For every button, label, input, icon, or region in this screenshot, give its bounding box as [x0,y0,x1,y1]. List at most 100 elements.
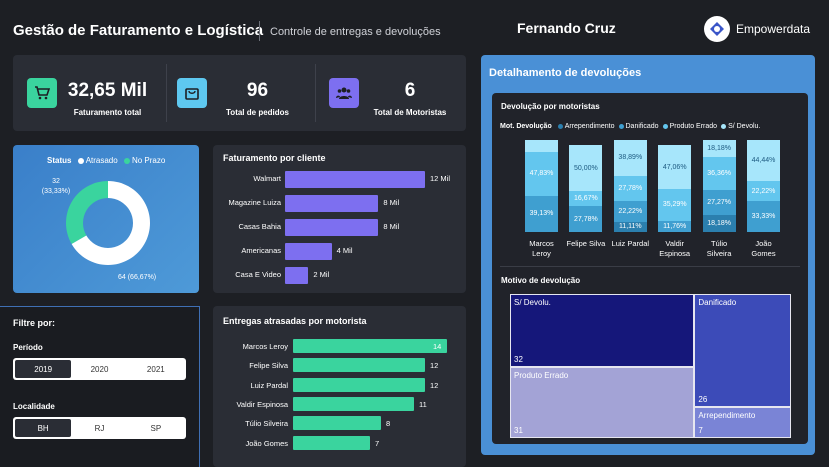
kpi-faturamento-value: 32,65 Mil [67,80,148,101]
bar-category-label: Valdir Espinosa [236,399,288,409]
stack-segment: 27,78% [569,206,603,232]
faturamento-title: Faturamento por cliente [223,153,326,163]
bar-category-label: Felipe Silva [249,361,288,371]
treemap-cell-label: Produto Errado [514,371,569,381]
bar-value-label: 4 Mil [336,246,353,255]
stack-segment: 36,36% [702,156,736,191]
localidade-option-sp[interactable]: SP [128,419,184,437]
stack-segment: 22,22% [747,180,780,202]
kpi-pedidos-label: Total de pedidos [226,108,289,117]
periodo-label: Período [13,343,43,352]
page-title: Gestão de Faturamento e Logística [13,22,264,39]
kpi-divider [166,64,167,122]
stack-x-label: Espinosa [659,249,691,258]
legend-no-prazo: No Prazo [131,156,166,165]
stack-segment: 27,27% [702,190,736,216]
filter-title: Filtre por: [13,318,55,328]
stack-x-label: Leroy [532,249,551,258]
stack-x-label: Marcos [529,239,554,248]
entregas-title: Entregas atrasadas por motorista [223,316,367,326]
stack-chart-title: Devolução por motoristas [501,102,600,111]
kpi-divider [315,64,316,122]
legend-dot-icon [123,157,130,164]
legend-label: Danificado [625,123,659,130]
status-legend: Status Atrasado No Prazo [47,156,165,165]
stack-segment: 44,44% [747,140,780,181]
bar-value-label: 7 [375,438,380,448]
stack-chart-divider [500,266,800,267]
periodo-option-2019[interactable]: 2019 [15,360,72,378]
localidade-segmented-control: BH RJ SP [13,417,186,439]
stack-legend: Mot. Devolução Arrependimento Danificado P… [500,123,760,130]
stack-segment: 47,06% [658,145,692,189]
stack-x-label: Luiz Pardal [611,239,650,248]
localidade-label: Localidade [13,402,55,411]
localidade-option-bh[interactable]: BH [15,419,72,437]
stack-x-label: João [755,239,772,248]
legend-item: S/ Devolu. [721,123,760,130]
stack-x-label: Valdir [665,239,684,248]
status-legend-title: Status [47,156,72,165]
brand-name: Empowerdata [736,22,811,36]
devolucoes-panel-title: Detalhamento de devoluções [489,67,642,79]
treemap-cell-label: Danificado [698,298,737,307]
stack-segment: 22,22% [613,201,647,222]
periodo-segmented-control: 2019 2020 2021 [13,358,186,380]
treemap-cell-value: 26 [698,395,708,405]
stack-segment: 16,67% [569,191,603,207]
bar-category-label: Marcos Leroy [242,342,288,351]
bar [285,171,425,188]
bar [293,377,425,392]
periodo-option-2020[interactable]: 2020 [71,360,127,378]
bar-value-label: 12 [430,380,439,390]
legend-dot-icon [721,123,727,129]
bar [285,195,379,212]
stack-segment: 33,33% [747,201,780,232]
legend-label: Produto Errado [669,123,718,130]
people-icon [329,78,359,108]
bar-category-label: Americanas [241,246,281,255]
legend-dot-icon [557,123,563,129]
bar-value-label: 12 [430,361,439,371]
stack-segment: 18,18% [702,140,736,157]
bar-category-label: Casas Bahia [238,222,281,231]
legend-label: S/ Devolu. [728,123,761,130]
bar-value-label: 11 [419,399,427,409]
bar-category-label: Casa E Video [235,270,281,279]
localidade-option-rj[interactable]: RJ [71,419,127,437]
stack-segment: 27,78% [613,175,647,202]
legend-dot-icon [662,123,668,129]
periodo-option-2021[interactable]: 2021 [128,360,184,378]
bar-category-label: Luiz Pardal [250,380,288,390]
donut-label-atrasado-value: 32 [52,178,60,185]
stack-x-label: Silveira [706,249,732,258]
legend-dot-icon [618,123,624,129]
treemap-cell-value: 31 [514,426,523,435]
kpi-motoristas-label: Total de Motoristas [373,108,447,117]
bar [293,416,381,431]
stack-legend-title: Mot. Devolução [500,123,552,130]
bar-value-label: 8 Mil [383,222,400,231]
stack-x-label: Felipe Silva [566,239,606,248]
donut-label-no-prazo: 64 (66,67%) [118,274,157,281]
stack-segment: 50,00% [569,145,603,192]
treemap-cell-label: Arrependimento [698,411,756,421]
bar-value-label: 8 [386,419,391,429]
treemap-title: Motivo de devolução [501,276,581,285]
bar-value-label: 2 Mil [313,270,330,279]
legend-item: Danificado [618,123,659,130]
stack-segment: 39,13% [525,196,558,232]
bar [293,396,414,411]
stack-segment: 35,29% [658,188,692,222]
treemap-cell [694,294,791,408]
bar [293,358,425,373]
bar-category-label: João Gomes [245,438,288,448]
treemap-cell-value: 7 [698,426,703,435]
bar [285,267,309,284]
legend-atrasado: Atrasado [85,156,118,165]
bar-value-label: 8 Mil [383,198,400,207]
user-name: Fernando Cruz [517,20,616,36]
legend-item: Arrependimento [557,123,615,130]
cart-icon [27,78,57,108]
legend-item: Produto Errado [662,123,718,130]
